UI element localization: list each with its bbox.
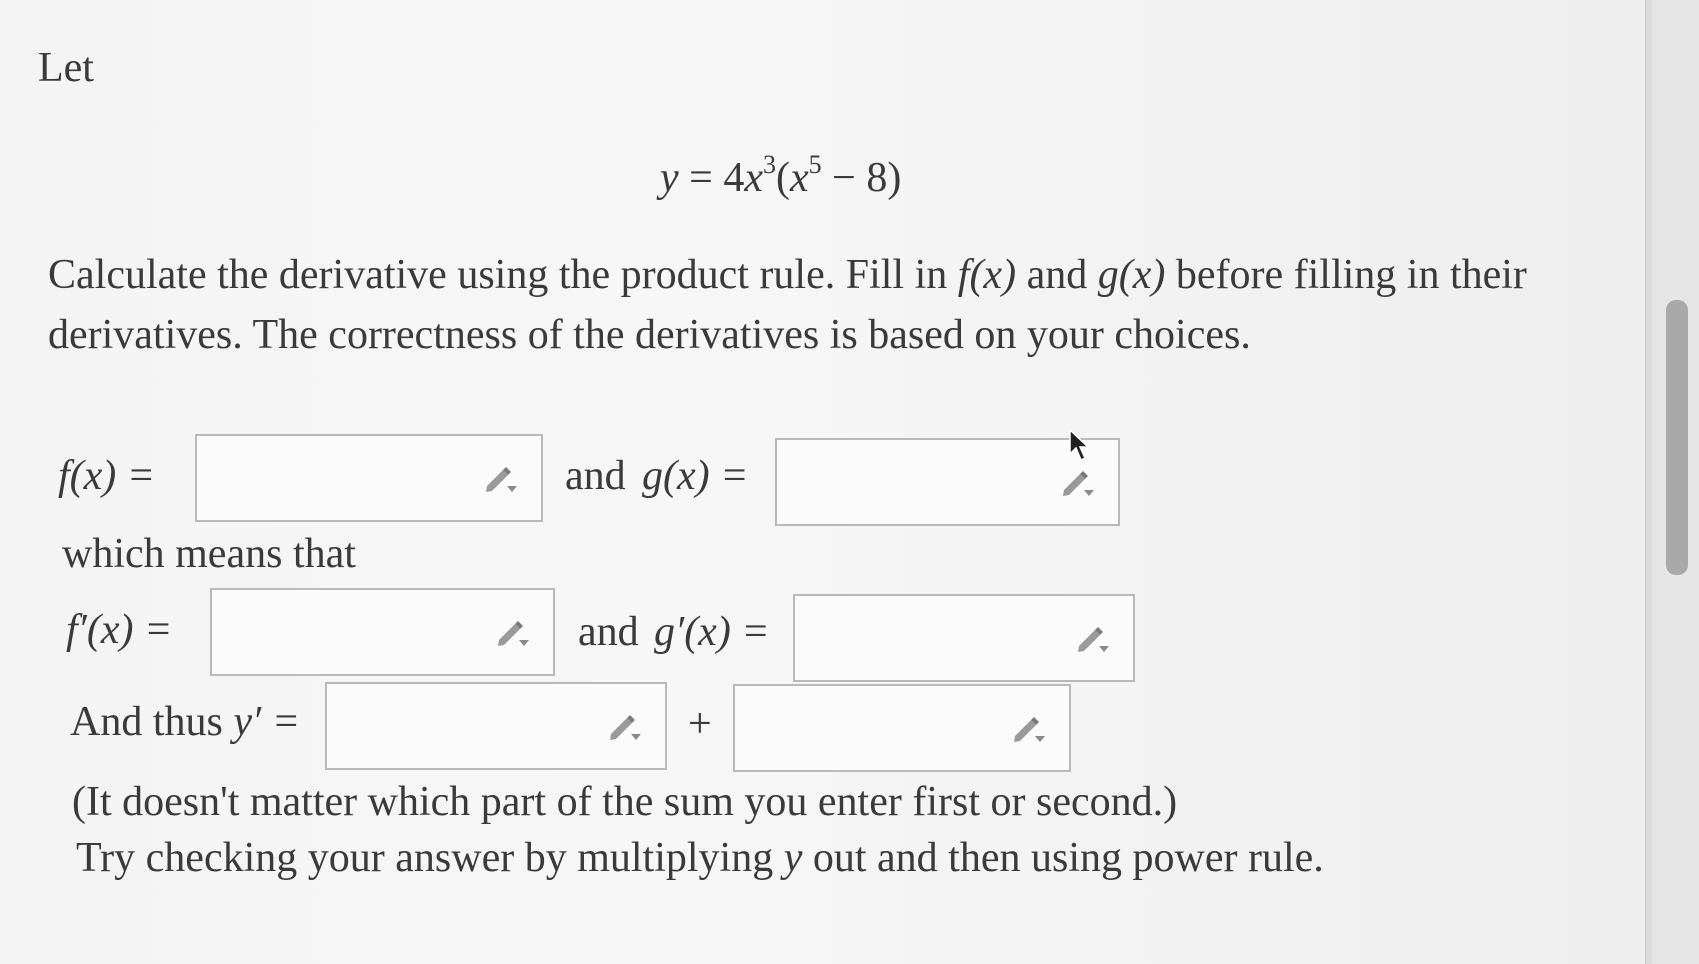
and-thus-label: And thus y′ = bbox=[70, 698, 300, 746]
instr-part2: and bbox=[1016, 252, 1098, 298]
eq-open: ( bbox=[776, 155, 790, 201]
hint-check-y: y bbox=[783, 835, 803, 881]
instr-fx: f(x) bbox=[957, 252, 1017, 298]
and-thus-text: And thus bbox=[70, 699, 223, 745]
y-prime-term2-input[interactable] bbox=[733, 684, 1071, 772]
main-equation: y = 4x3(x5 − 8) bbox=[660, 150, 901, 202]
pencil-dropdown-icon[interactable] bbox=[1011, 714, 1047, 744]
eq-exp1: 3 bbox=[763, 150, 776, 179]
y-prime-label: y′ = bbox=[233, 699, 301, 745]
which-means-text: which means that bbox=[62, 531, 356, 577]
and-label-1: and bbox=[565, 453, 626, 499]
eq-lhs: y bbox=[660, 155, 679, 201]
instr-gx: g(x) bbox=[1097, 252, 1166, 298]
pencil-dropdown-icon[interactable] bbox=[1060, 468, 1096, 498]
pencil-dropdown-icon[interactable] bbox=[607, 712, 643, 742]
f-prime-input[interactable] bbox=[210, 588, 555, 676]
eq-coef: 4 bbox=[723, 155, 745, 201]
eq-close: ) bbox=[887, 155, 902, 201]
hint-check-part2: out and then using power rule. bbox=[802, 835, 1324, 881]
hint-order: (It doesn't matter which part of the sum… bbox=[72, 779, 1178, 825]
pencil-dropdown-icon[interactable] bbox=[495, 618, 531, 648]
f-prime-label-text: f′(x) = bbox=[66, 607, 173, 653]
f-label-text: f(x) = bbox=[58, 453, 156, 499]
y-prime-term1-input[interactable] bbox=[325, 682, 667, 770]
hint-check-part1: Try checking your answer by multiplying bbox=[76, 835, 784, 881]
mouse-pointer-icon bbox=[1069, 428, 1090, 462]
intro-text: Let bbox=[38, 45, 94, 91]
hint-check: Try checking your answer by multiplying … bbox=[76, 834, 1324, 882]
eq-const: 8 bbox=[866, 155, 888, 201]
f-prime-label: f′(x) = bbox=[66, 606, 172, 654]
f-label: f(x) = bbox=[58, 452, 155, 500]
pencil-dropdown-icon[interactable] bbox=[483, 464, 519, 494]
eq-var1: x bbox=[744, 155, 763, 201]
plus-sign: + bbox=[688, 701, 712, 747]
g-prime-label: g′(x) = bbox=[654, 608, 770, 656]
g-label-text: g(x) = bbox=[642, 453, 749, 499]
eq-exp2: 5 bbox=[808, 150, 822, 179]
g-prime-input[interactable] bbox=[793, 594, 1135, 682]
pencil-dropdown-icon[interactable] bbox=[1075, 624, 1111, 654]
eq-minus: − bbox=[832, 155, 856, 201]
instructions: Calculate the derivative using the produ… bbox=[48, 245, 1548, 365]
and-label-2: and bbox=[578, 609, 639, 655]
question-page: Let y = 4x3(x5 − 8) Calculate the deriva… bbox=[0, 0, 1646, 964]
f-input[interactable] bbox=[195, 434, 543, 522]
eq-sign: = bbox=[689, 155, 713, 201]
instr-part1: Calculate the derivative using the produ… bbox=[48, 252, 958, 298]
scrollbar-thumb[interactable] bbox=[1666, 300, 1688, 575]
g-prime-label-text: g′(x) = bbox=[654, 609, 770, 655]
g-label: g(x) = bbox=[642, 452, 748, 500]
eq-var2: x bbox=[790, 155, 809, 201]
